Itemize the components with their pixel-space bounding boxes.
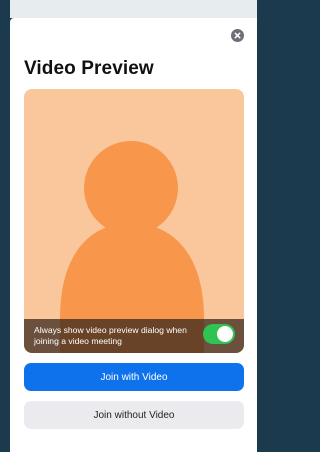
preview-option-bar: Always show video preview dialog when jo… bbox=[24, 319, 244, 353]
toggle-knob bbox=[217, 326, 233, 342]
close-icon bbox=[234, 32, 241, 39]
person-silhouette-icon bbox=[60, 141, 204, 353]
video-preview-area: Always show video preview dialog when jo… bbox=[24, 89, 244, 353]
join-without-video-button[interactable]: Join without Video bbox=[24, 401, 244, 429]
dialog-title: Video Preview bbox=[24, 58, 154, 79]
always-show-preview-toggle[interactable] bbox=[203, 324, 235, 344]
close-button[interactable] bbox=[231, 29, 244, 42]
join-with-video-button[interactable]: Join with Video bbox=[24, 363, 244, 391]
window-top-band bbox=[10, 0, 257, 18]
video-preview-dialog: Video Preview Always show video preview … bbox=[10, 18, 257, 452]
background-window-edge bbox=[0, 0, 10, 452]
always-show-preview-label: Always show video preview dialog when jo… bbox=[34, 325, 187, 346]
